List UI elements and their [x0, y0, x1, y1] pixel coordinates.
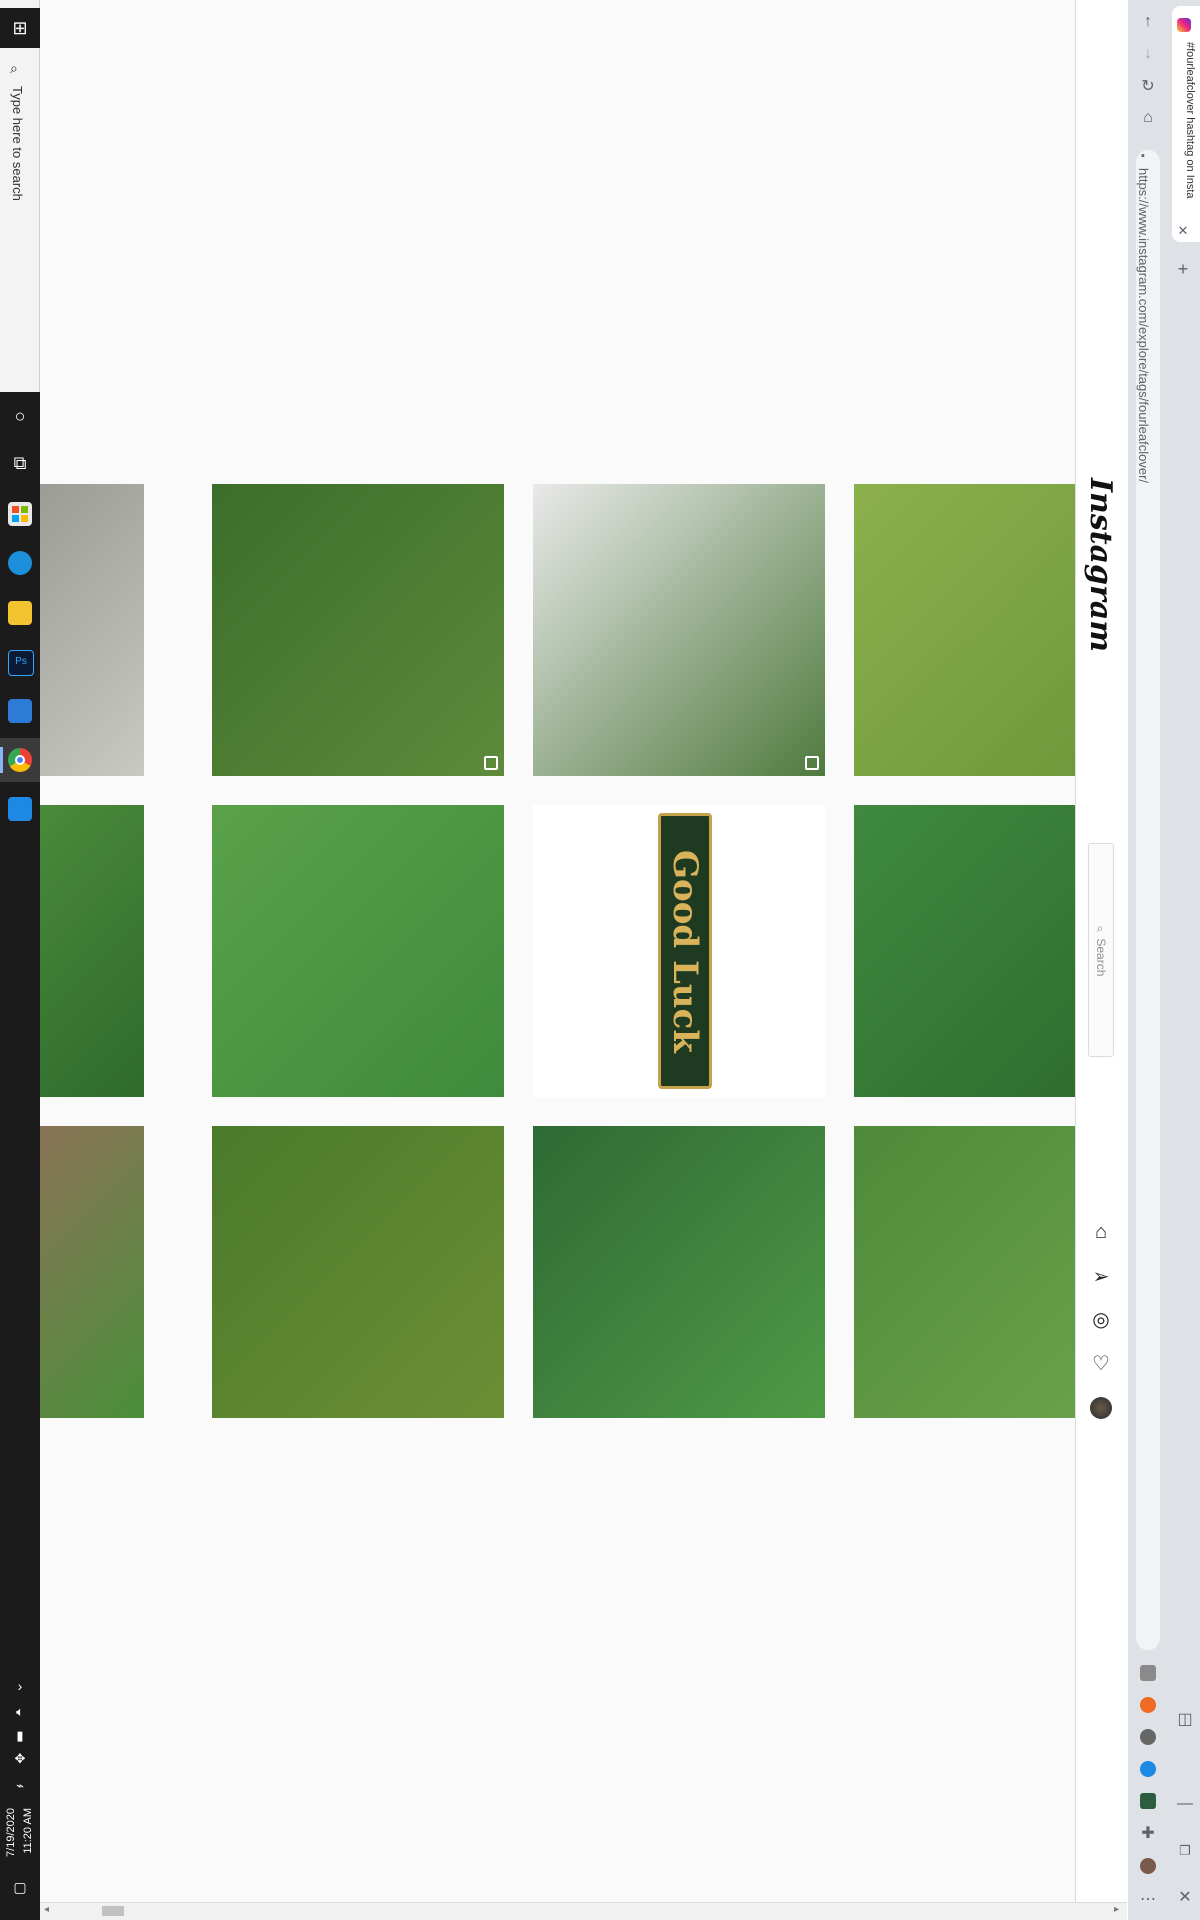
extension-icon-2[interactable]	[1140, 1697, 1156, 1713]
reload-icon[interactable]: ↻	[1137, 75, 1159, 97]
restore-window-icon[interactable]: ❐	[1174, 1840, 1196, 1862]
post-four-leaf-closeup[interactable]	[212, 805, 504, 1097]
instagram-search-input[interactable]: ⌕ Search	[1088, 843, 1114, 1057]
microsoft-store-icon[interactable]	[8, 502, 32, 526]
instagram-favicon-icon	[1177, 18, 1191, 32]
extension-icon-5[interactable]	[1140, 1793, 1156, 1809]
task-view-icon[interactable]: ⧉	[6, 449, 34, 477]
search-icon: ⌕	[1094, 923, 1108, 939]
photoshop-icon[interactable]: Ps	[8, 650, 34, 676]
home-button-icon[interactable]: ⌂	[1137, 107, 1159, 129]
taskbar-date[interactable]: 7/19/2020	[5, 1808, 17, 1857]
extensions-puzzle-icon[interactable]: ✚	[1137, 1822, 1159, 1844]
post-wood-fence[interactable]	[40, 484, 144, 776]
post-clover-patch[interactable]	[40, 805, 144, 1097]
taskbar-search-placeholder: Type here to search	[10, 86, 25, 201]
forward-arrow-icon[interactable]: ↓	[1137, 43, 1159, 65]
search-icon: ⌕	[10, 60, 18, 76]
multiple-photos-icon	[805, 756, 819, 770]
close-tab-icon[interactable]: ✕	[1172, 220, 1194, 242]
chevron-up-icon[interactable]: ›	[6, 1672, 34, 1700]
lock-icon[interactable]: ▪	[1141, 150, 1145, 162]
multiple-photos-icon	[484, 756, 498, 770]
notification-center-icon[interactable]: ▢	[6, 1873, 34, 1901]
explore-compass-icon[interactable]: ◎	[1089, 1307, 1113, 1331]
network-icon[interactable]: ⌁	[6, 1772, 34, 1800]
scroll-left-arrow-icon[interactable]: ◂	[44, 1904, 49, 1915]
post-clover-dog[interactable]	[212, 484, 504, 776]
post-clover-grass[interactable]	[854, 805, 1075, 1097]
taskbar-search-box[interactable]: ⊞ ⌕ Type here to search	[0, 0, 40, 392]
minimize-window-icon[interactable]: —	[1174, 1793, 1196, 1815]
scrollbar-thumb[interactable]	[102, 1906, 124, 1916]
chrome-profile-avatar[interactable]	[1140, 1858, 1156, 1874]
extension-icon-3[interactable]	[1140, 1729, 1156, 1745]
post-clover-hand-lawn[interactable]	[854, 484, 1075, 776]
windows-start-icon[interactable]: ⊞	[0, 8, 40, 48]
post-clover-fingers[interactable]	[533, 1126, 825, 1418]
direct-messages-icon[interactable]: ➢	[1089, 1264, 1113, 1288]
instagram-logo[interactable]: Instagram	[1083, 478, 1118, 652]
url-text[interactable]: https://www.instagram.com/explore/tags/f…	[1136, 168, 1151, 483]
extension-icon-4[interactable]	[1140, 1761, 1156, 1777]
search-placeholder: Search	[1094, 938, 1108, 977]
scroll-right-arrow-icon[interactable]: ▸	[1114, 1904, 1119, 1915]
edge-browser-icon[interactable]	[8, 551, 32, 575]
mail-app-icon[interactable]	[8, 699, 32, 723]
active-app-indicator	[0, 747, 3, 773]
close-window-icon[interactable]: ✕	[1174, 1886, 1196, 1908]
chrome-icon[interactable]	[8, 748, 32, 772]
tab-title[interactable]: #fourleafclover hashtag on Insta	[1176, 42, 1196, 218]
post-clover-meadow[interactable]	[854, 1126, 1075, 1418]
chrome-menu-icon[interactable]: ⋯	[1137, 1888, 1159, 1910]
file-explorer-icon[interactable]	[8, 601, 32, 625]
cortana-icon[interactable]: ○	[6, 402, 34, 430]
post-good-luck-banner[interactable]: Good Luck	[533, 805, 825, 1097]
back-arrow-icon[interactable]: ↑	[1137, 11, 1159, 33]
banner-text: Good Luck	[665, 849, 705, 1053]
post-boot[interactable]	[40, 1126, 144, 1418]
dropbox-icon[interactable]: ✥	[6, 1745, 34, 1773]
taskbar-time[interactable]: 11:20 AM	[22, 1808, 34, 1854]
activity-heart-icon[interactable]: ♡	[1089, 1351, 1113, 1375]
settings-app-icon[interactable]	[8, 797, 32, 821]
good-luck-banner: Good Luck	[658, 813, 712, 1089]
home-icon[interactable]: ⌂	[1089, 1220, 1113, 1244]
extension-icon-1[interactable]	[1140, 1665, 1156, 1681]
profile-avatar[interactable]	[1089, 1396, 1113, 1420]
tab-search-icon[interactable]: ◫	[1174, 1708, 1196, 1730]
new-tab-icon[interactable]: +	[1172, 258, 1194, 280]
post-clover-mask-selfie[interactable]	[533, 484, 825, 776]
tab-strip	[1160, 0, 1200, 1920]
horizontal-scrollbar[interactable]	[40, 1902, 1127, 1920]
post-fairy-figurine[interactable]	[212, 1126, 504, 1418]
